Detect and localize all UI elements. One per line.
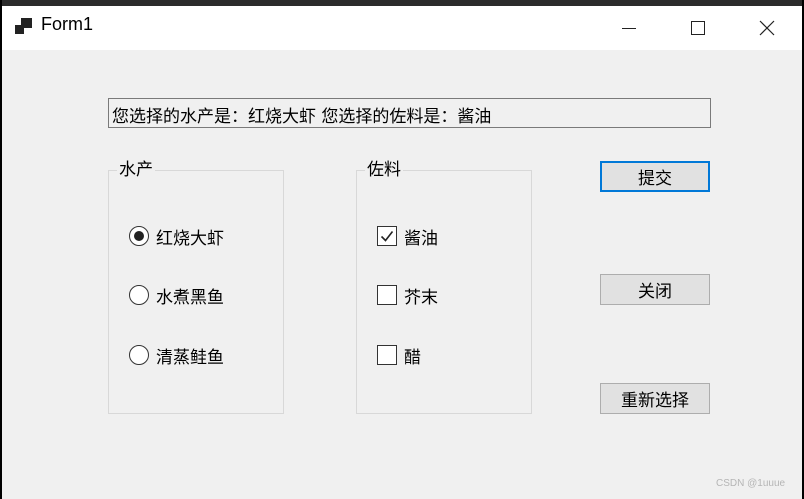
form-window: Form1 您选择的水产是：红烧大虾 您选择的佐料是：酱油 水产 红烧大虾 水煮… [2, 0, 802, 499]
minimize-icon [621, 27, 636, 29]
maximize-button[interactable] [663, 6, 732, 50]
seafood-option-braised-shrimp[interactable]: 红烧大虾 [129, 224, 224, 249]
title-bar: Form1 [2, 6, 802, 50]
checkbox[interactable] [377, 285, 397, 305]
seafood-group-title: 水产 [117, 160, 155, 180]
seafood-option-steamed-salmon[interactable]: 清蒸鲑鱼 [129, 343, 224, 368]
seasoning-groupbox: 佐料 酱油 芥末 醋 [356, 161, 532, 414]
seafood-groupbox: 水产 红烧大虾 水煮黑鱼 清蒸鲑鱼 [108, 161, 284, 414]
submit-button[interactable]: 提交 [600, 161, 710, 192]
seasoning-group-title: 佐料 [365, 160, 403, 180]
checkmark-icon [380, 231, 394, 242]
seafood-option-label: 清蒸鲑鱼 [156, 347, 224, 368]
seasoning-option-label: 芥末 [404, 287, 438, 308]
radio-button[interactable] [129, 226, 149, 246]
seasoning-option-vinegar[interactable]: 醋 [377, 343, 421, 368]
close-window-button[interactable] [732, 6, 801, 50]
result-textbox[interactable]: 您选择的水产是：红烧大虾 您选择的佐料是：酱油 [108, 98, 711, 128]
seafood-option-label: 水煮黑鱼 [156, 287, 224, 308]
seasoning-option-label: 酱油 [404, 228, 438, 249]
close-button[interactable]: 关闭 [600, 274, 710, 305]
reset-button[interactable]: 重新选择 [600, 383, 710, 414]
seasoning-option-soy-sauce[interactable]: 酱油 [377, 224, 438, 249]
radio-selected-dot [134, 231, 144, 241]
minimize-button[interactable] [594, 6, 663, 50]
checkbox[interactable] [377, 226, 397, 246]
maximize-icon [690, 21, 705, 35]
checkbox[interactable] [377, 345, 397, 365]
app-icon [15, 16, 35, 36]
window-title: Form1 [41, 14, 94, 34]
radio-button[interactable] [129, 285, 149, 305]
radio-button[interactable] [129, 345, 149, 365]
seafood-option-label: 红烧大虾 [156, 228, 224, 249]
close-icon [759, 20, 774, 36]
watermark-text: CSDN @1uuue [716, 478, 786, 489]
seasoning-option-mustard[interactable]: 芥末 [377, 283, 438, 308]
seafood-option-boiled-fish[interactable]: 水煮黑鱼 [129, 283, 224, 308]
seasoning-option-label: 醋 [404, 347, 421, 368]
